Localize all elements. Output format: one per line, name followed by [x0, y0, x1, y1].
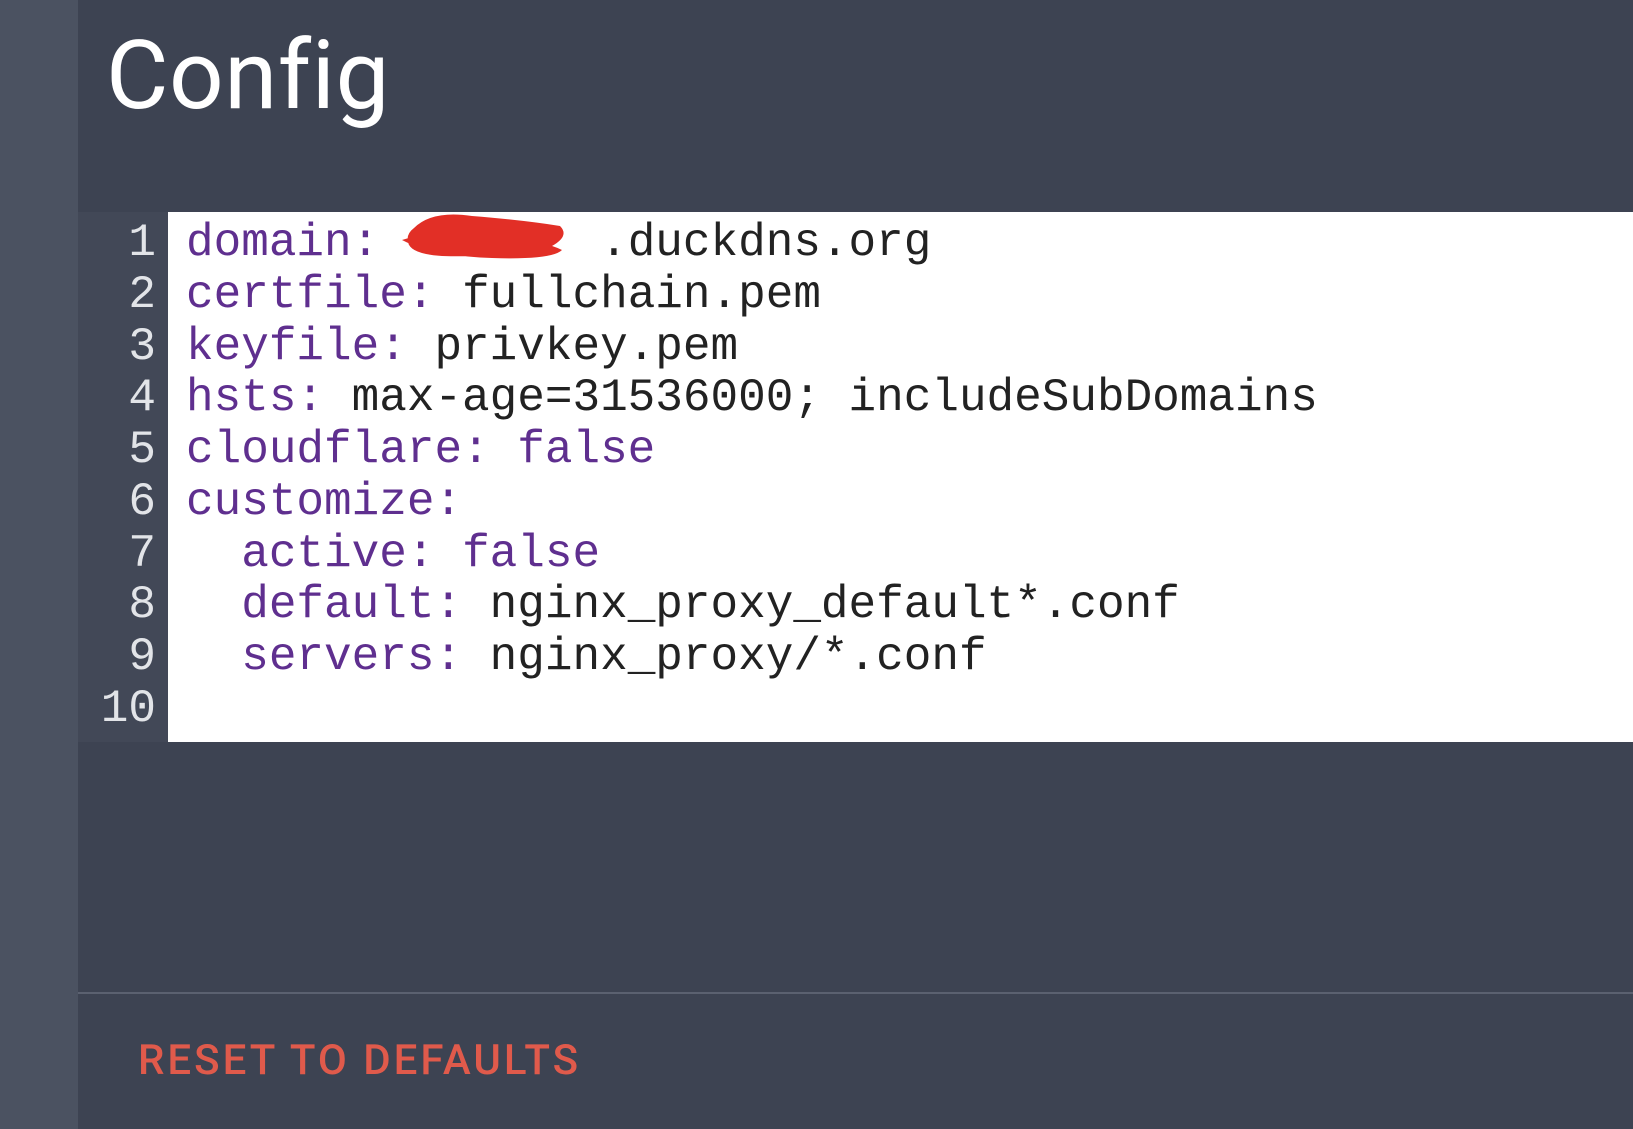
- reset-to-defaults-button[interactable]: RESET TO DEFAULTS: [138, 1036, 581, 1085]
- line-number: 8: [100, 580, 156, 632]
- code-line[interactable]: customize:: [186, 477, 1633, 529]
- line-number: 9: [100, 632, 156, 684]
- section-title: Config: [106, 20, 1633, 132]
- yaml-value: privkey.pem: [434, 321, 738, 373]
- line-number: 10: [100, 684, 156, 736]
- section-divider: [78, 992, 1633, 994]
- code-line[interactable]: [186, 684, 1633, 736]
- yaml-separator: :: [352, 217, 407, 269]
- code-line[interactable]: hsts: max-age=31536000; includeSubDomain…: [186, 373, 1633, 425]
- code-line[interactable]: keyfile: privkey.pem: [186, 322, 1633, 374]
- yaml-key: hsts: [186, 372, 296, 424]
- sidebar-sliver: [0, 0, 78, 1129]
- code-line[interactable]: certfile: fullchain.pem: [186, 270, 1633, 322]
- line-number: 3: [100, 322, 156, 374]
- yaml-separator: :: [434, 631, 489, 683]
- yaml-key: domain: [186, 217, 352, 269]
- yaml-separator: :: [407, 528, 462, 580]
- line-number: 6: [100, 477, 156, 529]
- code-line[interactable]: servers: nginx_proxy/*.conf: [186, 632, 1633, 684]
- yaml-separator: :: [434, 579, 489, 631]
- config-section: Config 12345678910 domain: .duckdns.orgc…: [78, 0, 1633, 742]
- yaml-value: fullchain.pem: [462, 269, 821, 321]
- code-line[interactable]: domain: .duckdns.org: [186, 218, 1633, 270]
- yaml-value: false: [462, 528, 600, 580]
- code-area[interactable]: domain: .duckdns.orgcertfile: fullchain.…: [168, 212, 1633, 742]
- line-number-gutter: 12345678910: [78, 212, 168, 742]
- yaml-key: certfile: [186, 269, 407, 321]
- yaml-key: customize: [186, 476, 434, 528]
- yaml-separator: :: [434, 476, 462, 528]
- code-line[interactable]: default: nginx_proxy_default*.conf: [186, 580, 1633, 632]
- yaml-value: .duckdns.org: [407, 217, 932, 269]
- yaml-key: cloudflare: [186, 424, 462, 476]
- yaml-separator: :: [296, 372, 351, 424]
- code-line[interactable]: cloudflare: false: [186, 425, 1633, 477]
- line-number: 2: [100, 270, 156, 322]
- line-number: 1: [100, 218, 156, 270]
- yaml-separator: :: [407, 269, 462, 321]
- yaml-key: active: [186, 528, 407, 580]
- config-editor[interactable]: 12345678910 domain: .duckdns.orgcertfile…: [78, 212, 1633, 742]
- yaml-value: nginx_proxy_default*.conf: [490, 579, 1180, 631]
- yaml-value: false: [517, 424, 655, 476]
- line-number: 7: [100, 529, 156, 581]
- yaml-value: nginx_proxy/*.conf: [490, 631, 987, 683]
- line-number: 4: [100, 373, 156, 425]
- yaml-separator: :: [462, 424, 517, 476]
- yaml-key: keyfile: [186, 321, 379, 373]
- yaml-value: max-age=31536000; includeSubDomains: [352, 372, 1318, 424]
- yaml-key: servers: [186, 631, 434, 683]
- code-line[interactable]: active: false: [186, 529, 1633, 581]
- line-number: 5: [100, 425, 156, 477]
- yaml-key: default: [186, 579, 434, 631]
- yaml-separator: :: [379, 321, 434, 373]
